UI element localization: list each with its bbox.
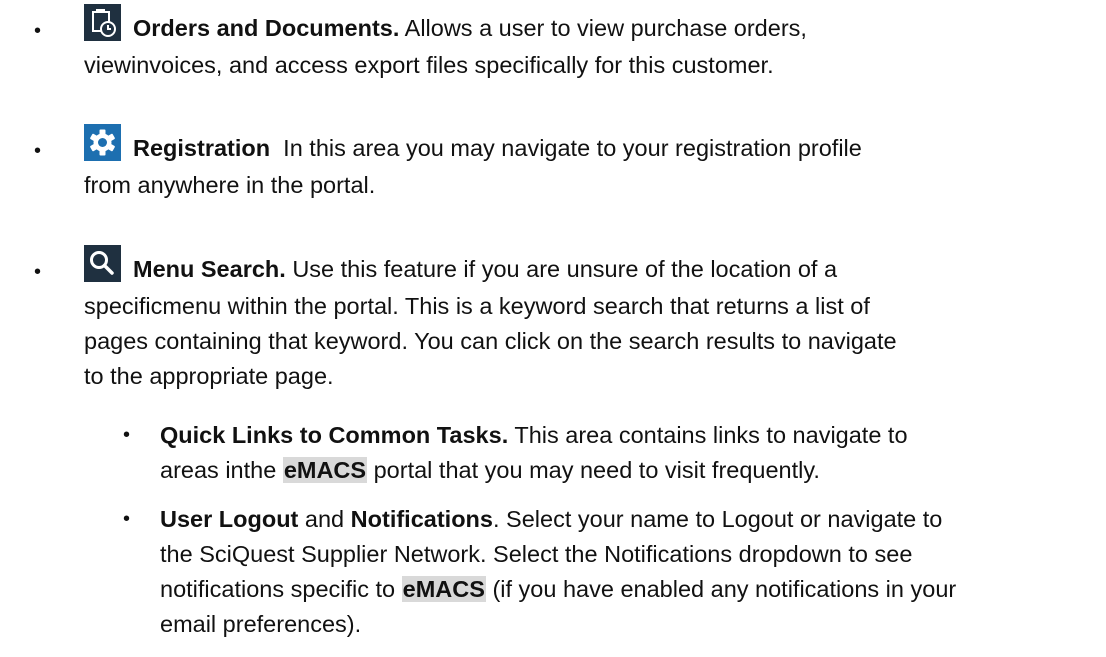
gear-icon bbox=[84, 124, 121, 161]
subitem-title2: Notifications bbox=[350, 506, 493, 532]
item-body: Use this feature if you are unsure of th… bbox=[285, 256, 838, 282]
item-body-line4: to the appropriate page. bbox=[84, 363, 334, 389]
subitem-title: Quick Links to Common Tasks. bbox=[160, 422, 509, 448]
item-body: Allows a user to view purchase orders, bbox=[399, 15, 807, 41]
item-title: Menu Search. bbox=[133, 256, 286, 282]
subitem-title: User Logout bbox=[160, 506, 299, 532]
subitem-body-pre: areas inthe bbox=[160, 457, 283, 483]
subitem-and: and bbox=[298, 506, 351, 532]
subitem-body: This area contains links to navigate to bbox=[508, 422, 908, 448]
item-body-line2: from anywhere in the portal. bbox=[84, 172, 376, 198]
subitem-body-line4: email preferences). bbox=[160, 611, 362, 637]
bullet: • bbox=[34, 20, 42, 42]
item-title: Registration bbox=[133, 135, 271, 161]
orders-documents-icon bbox=[84, 4, 121, 41]
subitem-body-line2: the SciQuest Supplier Network. Select th… bbox=[160, 541, 913, 567]
search-icon bbox=[84, 245, 121, 282]
emacs-highlight: eMACS bbox=[282, 457, 368, 483]
subitem-body-post: portal that you may need to visit freque… bbox=[367, 457, 820, 483]
bullet: • bbox=[123, 508, 131, 530]
item-body-line3: pages containing that keyword. You can c… bbox=[84, 328, 897, 354]
bullet: • bbox=[34, 261, 42, 283]
item-body: In this area you may navigate to your re… bbox=[270, 135, 862, 161]
bullet: • bbox=[123, 424, 131, 446]
bullet: • bbox=[34, 140, 42, 162]
item-title: Orders and Documents. bbox=[133, 15, 400, 41]
item-body-line2: specificmenu within the portal. This is … bbox=[84, 293, 870, 319]
subitem-body: . Select your name to Logout or navigate… bbox=[492, 506, 943, 532]
emacs-highlight: eMACS bbox=[401, 576, 486, 602]
item-body-line2: viewinvoices, and access export files sp… bbox=[84, 52, 774, 78]
subitem-body-post: (if you have enabled any notifications i… bbox=[485, 576, 957, 602]
subitem-body-pre: notifications specific to bbox=[160, 576, 402, 602]
